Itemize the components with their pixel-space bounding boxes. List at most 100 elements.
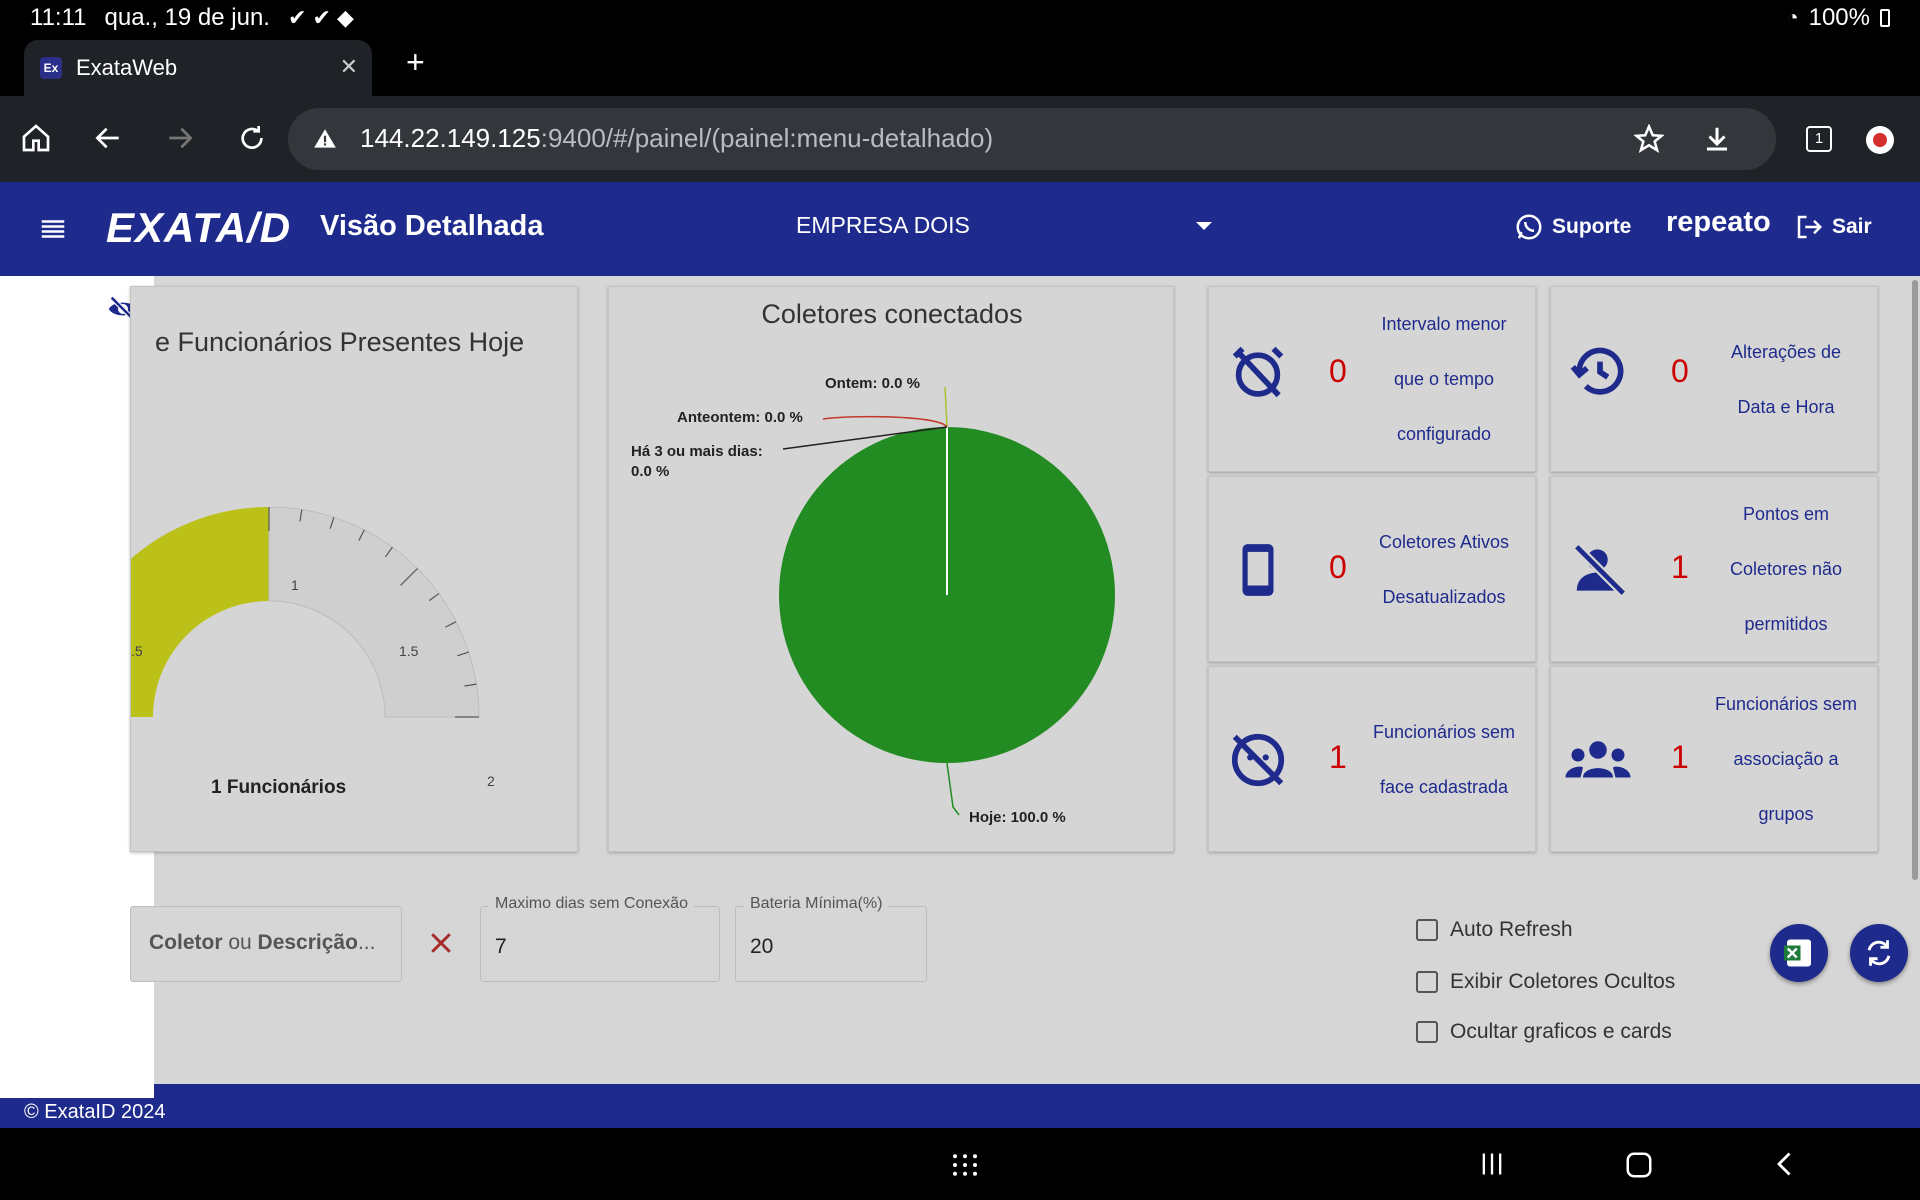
- search-input[interactable]: Coletor ou Descrição...: [130, 906, 402, 982]
- battery-icon: [1880, 9, 1890, 27]
- label-line: Funcionários sem: [1372, 722, 1516, 742]
- pie-label-3dias-value: 0.0 %: [631, 463, 670, 480]
- auto-refresh-checkbox[interactable]: Auto Refresh: [1416, 918, 1573, 942]
- min-battery-value: 20: [750, 935, 774, 958]
- pie-label-3dias: Há 3 ou mais dias:: [631, 443, 763, 460]
- checkbox-label: Exibir Coletores Ocultos: [1450, 970, 1676, 993]
- count: 0: [1671, 353, 1689, 389]
- url-text: 144.22.149.125:9400/#/painel/(painel:men…: [360, 123, 993, 154]
- checkbox-label: Auto Refresh: [1450, 918, 1573, 941]
- card-employees-no-group[interactable]: 1 Funcionários sem associação a grupos: [1550, 666, 1878, 852]
- wifi-icon: ◔: [1786, 6, 1799, 29]
- page-title: Visão Detalhada: [320, 210, 544, 242]
- checkbox-label: Ocultar graficos e cards: [1450, 1020, 1672, 1043]
- count: 0: [1329, 549, 1347, 585]
- home-icon[interactable]: [20, 122, 52, 154]
- label-line: Funcionários sem: [1714, 694, 1858, 714]
- alarm-off-icon: [1232, 346, 1284, 398]
- tab-strip: Ex ExataWeb ✕ +: [0, 36, 1920, 96]
- back-nav-icon[interactable]: [1772, 1150, 1800, 1178]
- profile-icon[interactable]: [1866, 126, 1894, 154]
- count: 1: [1671, 549, 1689, 585]
- footer: © ExataID 2024: [0, 1098, 1920, 1128]
- collectors-table-header: [154, 1084, 1920, 1098]
- warning-icon[interactable]: [312, 126, 338, 152]
- gauge-fill: [131, 507, 269, 717]
- home-nav-icon[interactable]: [1624, 1150, 1654, 1180]
- count: 1: [1671, 739, 1689, 775]
- bookmark-star-icon[interactable]: [1634, 124, 1664, 154]
- url-host: 144.22.149.125: [360, 123, 541, 153]
- recent-apps-icon[interactable]: [1478, 1150, 1506, 1178]
- person-off-icon: [1573, 543, 1627, 597]
- date: qua., 19 de jun.: [104, 4, 270, 31]
- card-date-time-changes[interactable]: 0 Alterações de Data e Hora: [1550, 286, 1878, 472]
- forward-icon[interactable]: [164, 122, 196, 154]
- label-line-ontem: [944, 386, 948, 428]
- pie-label-ontem: Ontem: 0.0 %: [825, 375, 921, 392]
- count: 1: [1329, 739, 1347, 775]
- close-tab-icon[interactable]: ✕: [340, 54, 358, 80]
- tablet-icon: [1242, 544, 1274, 596]
- support-button[interactable]: Suporte: [1514, 212, 1631, 242]
- excel-export-button[interactable]: [1770, 924, 1828, 982]
- groups-icon: [1565, 741, 1631, 778]
- apps-grid-icon[interactable]: [950, 1150, 980, 1180]
- card-label: Alterações de Data e Hora: [1701, 325, 1871, 435]
- gauge-chart: [131, 507, 480, 718]
- label-line: Desatualizados: [1382, 587, 1506, 607]
- system-nav-bar: [0, 1128, 1920, 1200]
- sync-icon: [1867, 940, 1891, 966]
- chevron-down-icon[interactable]: [1196, 222, 1212, 230]
- min-battery-field[interactable]: Bateria Mínima(%) 20: [735, 895, 927, 982]
- card-employees-no-face[interactable]: 1 Funcionários sem face cadastrada: [1208, 666, 1536, 852]
- address-bar[interactable]: 144.22.149.125:9400/#/painel/(painel:men…: [288, 108, 1776, 170]
- copyright: © ExataID 2024: [24, 1101, 166, 1123]
- status-bar: 11:11 qua., 19 de jun. ✔ ✔ ◆ ◔ 100%: [0, 0, 1920, 36]
- placeholder-part: Coletor: [149, 931, 223, 954]
- label-line: Pontos em: [1742, 504, 1830, 524]
- placeholder-part: Descrição: [257, 931, 358, 954]
- label-line: Coletores não: [1729, 559, 1843, 579]
- company-select[interactable]: EMPRESA DOIS: [796, 212, 970, 239]
- hide-charts-checkbox[interactable]: Ocultar graficos e cards: [1416, 1020, 1672, 1044]
- card-interval-shorter[interactable]: 0 Intervalo menor que o tempo configurado: [1208, 286, 1536, 472]
- tab-switcher-icon[interactable]: 1: [1806, 126, 1832, 152]
- pie-label-anteontem: Anteontem: 0.0 %: [677, 409, 803, 426]
- download-icon[interactable]: [1702, 124, 1732, 154]
- face-off-icon: [1231, 733, 1285, 787]
- max-days-value: 7: [495, 935, 507, 958]
- placeholder-part: ...: [357, 931, 376, 954]
- user-name: repeato: [1666, 206, 1771, 238]
- logout-button[interactable]: Sair: [1794, 212, 1872, 242]
- max-days-field[interactable]: Maximo dias sem Conexão 7: [480, 895, 720, 982]
- page-scrollbar[interactable]: [1912, 280, 1918, 880]
- min-battery-label: Bateria Mínima(%): [744, 895, 889, 913]
- new-tab-icon[interactable]: +: [406, 44, 425, 81]
- clock: 11:11: [30, 4, 87, 31]
- whatsapp-icon: [1516, 214, 1542, 240]
- logo: EXATA/D: [106, 204, 292, 251]
- placeholder-part: ou: [222, 931, 258, 954]
- support-label: Suporte: [1552, 215, 1632, 238]
- browser-tab[interactable]: Ex ExataWeb ✕: [24, 40, 372, 96]
- hamburger-menu-icon[interactable]: [38, 214, 68, 244]
- checkbox-box: [1416, 971, 1438, 993]
- gauge-value-label: 1 Funcionários: [211, 777, 347, 798]
- show-hidden-collectors-checkbox[interactable]: Exibir Coletores Ocultos: [1416, 970, 1675, 994]
- app-header: EXATA/D Visão Detalhada EMPRESA DOIS Sup…: [0, 182, 1920, 276]
- card-points-not-allowed[interactable]: 1 Pontos em Coletores não permitidos: [1550, 476, 1878, 662]
- refresh-button[interactable]: [1850, 924, 1908, 982]
- gauge-tick-label: 1.5: [399, 643, 419, 659]
- clear-search-icon[interactable]: [426, 928, 456, 958]
- back-icon[interactable]: [92, 122, 124, 154]
- checkbox-box: [1416, 1021, 1438, 1043]
- pie-chart: [779, 386, 1115, 816]
- card-outdated-collectors[interactable]: 0 Coletores Ativos Desatualizados: [1208, 476, 1536, 662]
- favicon: Ex: [40, 57, 62, 79]
- browser-toolbar: 144.22.149.125:9400/#/painel/(painel:men…: [0, 96, 1920, 182]
- count: 0: [1329, 353, 1347, 389]
- reload-icon[interactable]: [236, 122, 268, 154]
- employees-present-card: e Funcionários Presentes Hoje 1 .5 1.5 2…: [130, 286, 578, 852]
- gauge-title: e Funcionários Presentes Hoje: [155, 327, 525, 357]
